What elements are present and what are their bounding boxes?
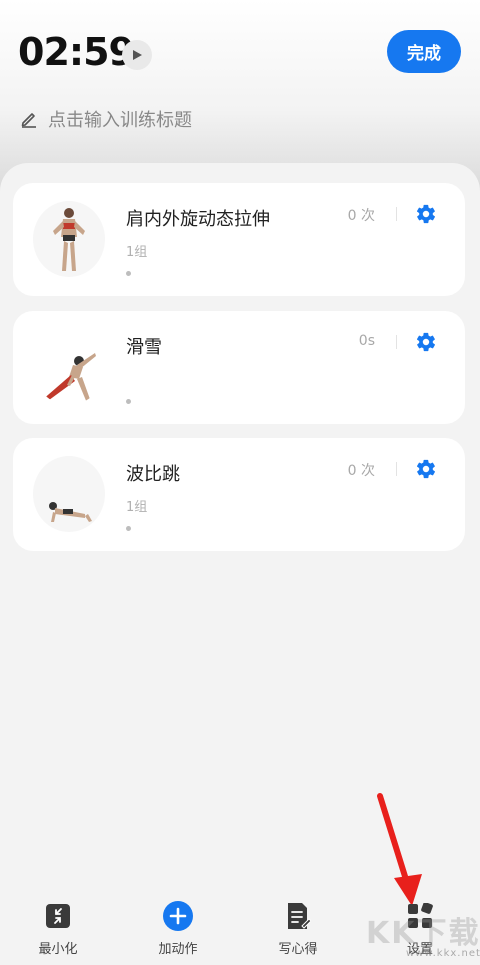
play-icon [133, 50, 142, 60]
watermark-text: KK下载 [366, 916, 480, 951]
exercise-thumbnail [33, 456, 105, 532]
exercise-thumbnail [33, 329, 105, 405]
add-circle-icon [163, 901, 193, 931]
exercise-name: 波比跳 [126, 464, 180, 485]
exercise-name: 滑雪 [126, 337, 162, 358]
edit-pencil-icon [21, 113, 36, 128]
gear-icon[interactable] [415, 331, 437, 353]
workout-title-input[interactable]: 点击输入训练标题 [20, 106, 192, 132]
exercise-dot [126, 399, 131, 404]
workout-title-placeholder: 点击输入训练标题 [48, 110, 192, 131]
exercise-dot [126, 271, 131, 276]
tab-label: 加动作 [158, 942, 198, 957]
exercise-thumbnail [33, 201, 105, 277]
exercise-count: 0s [358, 333, 375, 349]
exercise-dot [126, 526, 131, 531]
watermark-url: www.kkx.net [406, 948, 480, 959]
exercise-count: 0 次 [347, 463, 375, 479]
exercise-sets: 1组 [126, 245, 148, 260]
tab-label: 最小化 [38, 942, 78, 957]
exercise-card[interactable]: 肩内外旋动态拉伸 1组 0 次 [13, 183, 465, 296]
minimize-icon [43, 901, 73, 931]
gear-icon[interactable] [415, 458, 437, 480]
tab-minimize[interactable]: 最小化 [18, 901, 98, 957]
watermark: KK下载 www.kkx.net [366, 908, 480, 959]
exercise-name: 肩内外旋动态拉伸 [126, 209, 270, 230]
divider [396, 335, 397, 349]
play-button[interactable] [122, 40, 152, 70]
workout-timer: 02:59 [18, 30, 135, 74]
exercise-sets: 1组 [126, 500, 148, 515]
tab-write-notes[interactable]: 写心得 [258, 901, 338, 957]
notes-icon [283, 901, 313, 931]
divider [396, 462, 397, 476]
tab-add-exercise[interactable]: 加动作 [138, 901, 218, 957]
exercise-card[interactable]: 滑雪 0s [13, 311, 465, 424]
exercise-count: 0 次 [347, 208, 375, 224]
divider [396, 207, 397, 221]
gear-icon[interactable] [415, 203, 437, 225]
exercise-card[interactable]: 波比跳 1组 0 次 [13, 438, 465, 551]
done-button[interactable]: 完成 [387, 30, 461, 73]
tab-label: 写心得 [278, 942, 318, 957]
